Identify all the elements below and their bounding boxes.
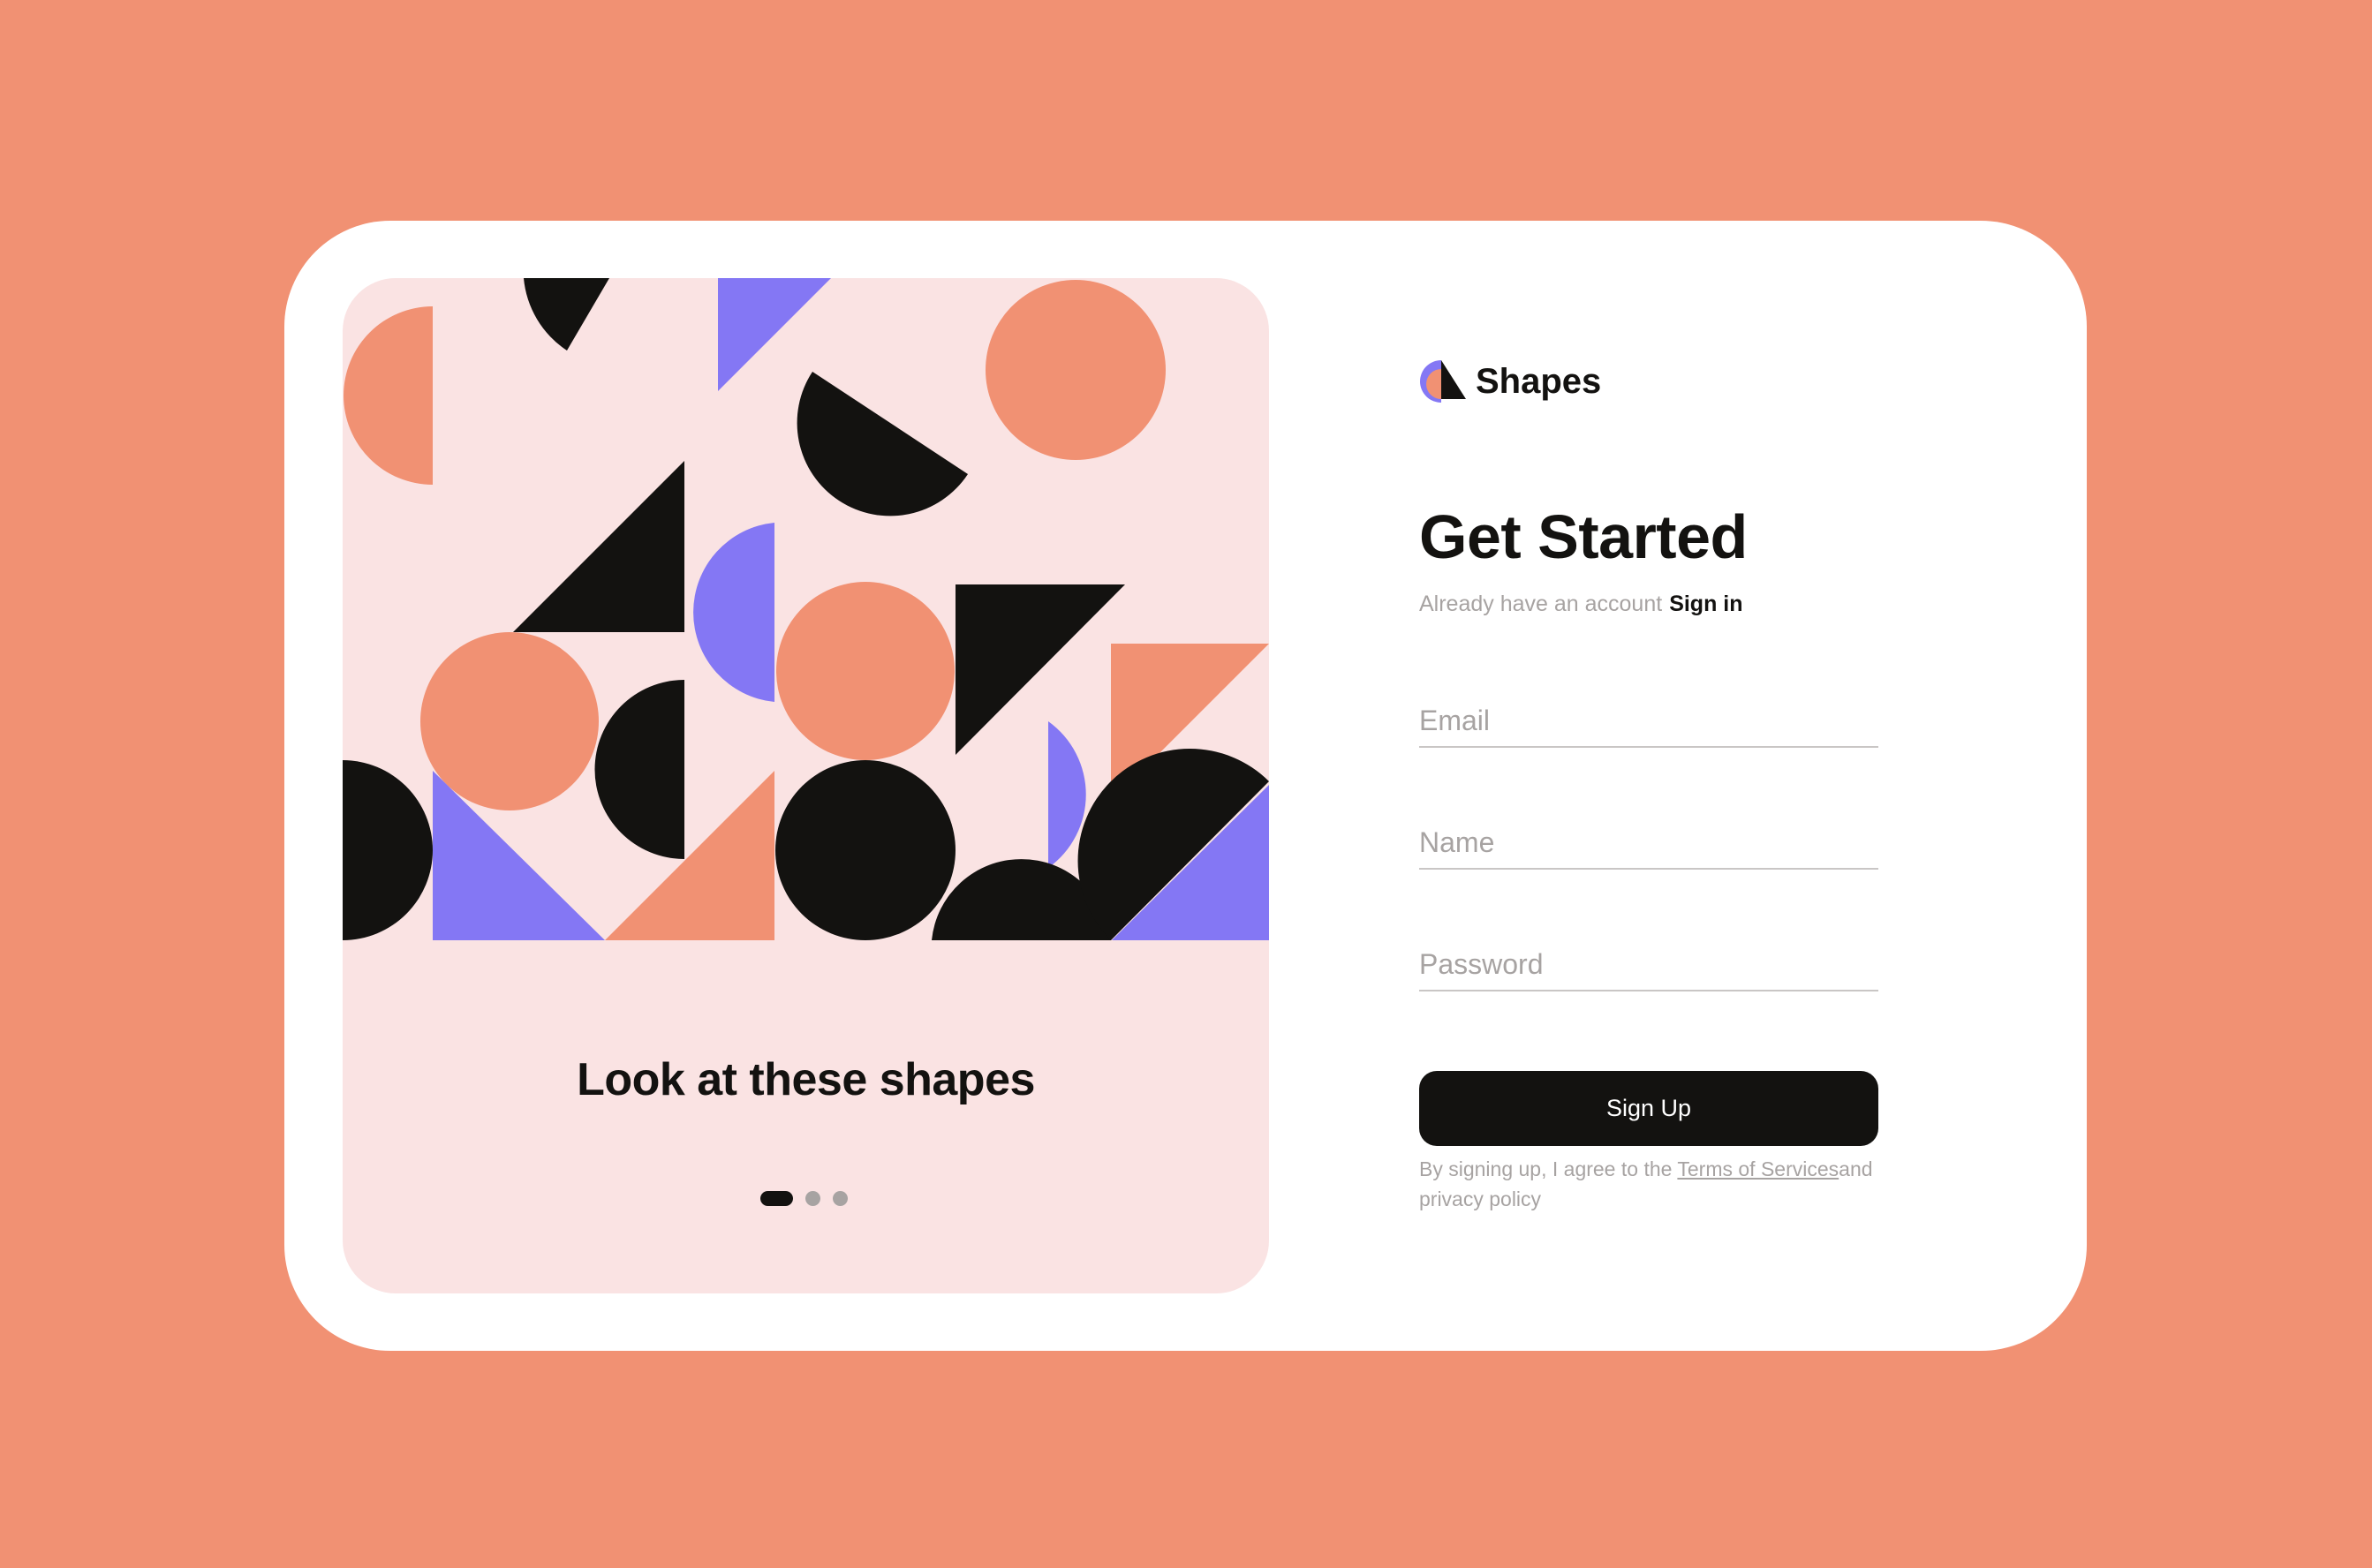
showcase-panel: Look at these shapes <box>343 278 1269 1293</box>
terms-of-service-link[interactable]: Terms of Services <box>1677 1157 1839 1180</box>
brand-logo: Shapes <box>1419 357 1601 406</box>
signin-prompt: Already have an account Sign in <box>1419 592 1743 617</box>
account-prompt-text: Already have an account <box>1419 592 1663 616</box>
signup-form: Shapes Get Started Already have an accou… <box>1419 221 1914 1351</box>
geometric-shapes-illustration <box>343 278 1269 940</box>
page-title: Get Started <box>1419 502 1748 571</box>
signup-button[interactable]: Sign Up <box>1419 1071 1878 1146</box>
terms-prefix: By signing up, I agree to the <box>1419 1157 1678 1180</box>
carousel-dot-3[interactable] <box>833 1190 848 1206</box>
shapes-logo-icon <box>1420 360 1466 403</box>
terms-notice: By signing up, I agree to the Terms of S… <box>1419 1154 1878 1214</box>
signin-link[interactable]: Sign in <box>1669 592 1742 616</box>
name-input[interactable] <box>1419 817 1878 870</box>
carousel-dot-1[interactable] <box>760 1190 793 1206</box>
password-input[interactable] <box>1419 939 1878 991</box>
carousel-dot-2[interactable] <box>805 1190 820 1206</box>
showcase-caption: Look at these shapes <box>577 1054 1035 1105</box>
brand-name: Shapes <box>1476 361 1602 401</box>
signup-card: Look at these shapes Shapes Get Started … <box>284 221 2087 1351</box>
carousel-indicator <box>760 1189 848 1207</box>
email-input[interactable] <box>1419 695 1878 748</box>
